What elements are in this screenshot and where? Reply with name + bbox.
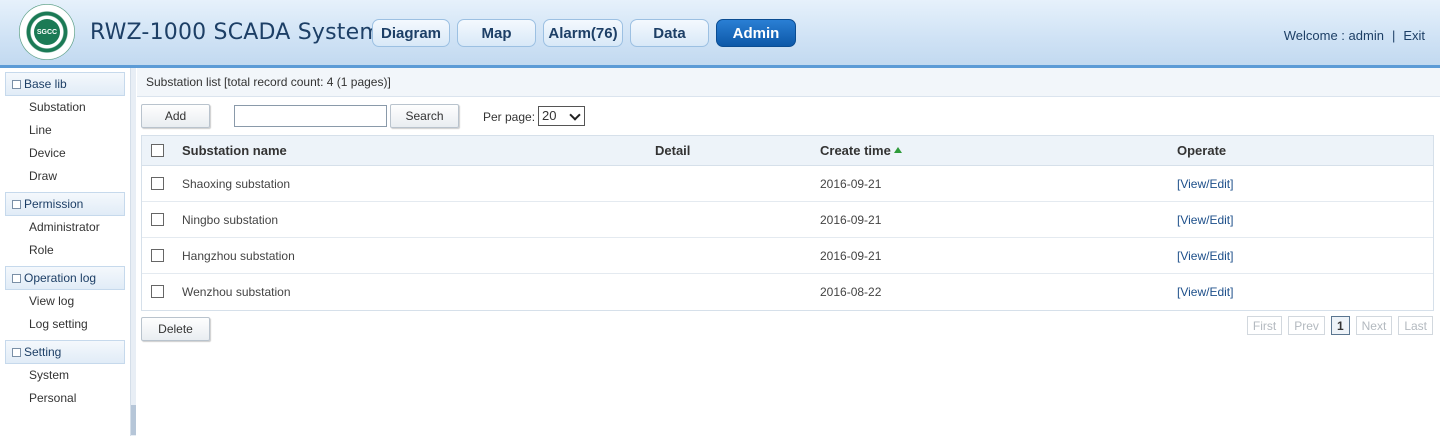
view-edit-link[interactable]: [View/Edit] <box>1177 202 1233 237</box>
sidebar-item-personal[interactable]: Personal <box>0 387 130 410</box>
view-edit-link[interactable]: [View/Edit] <box>1177 166 1233 201</box>
cell-name: Hangzhou substation <box>182 248 295 263</box>
logo: SGCC <box>19 4 75 60</box>
view-edit-link[interactable]: [View/Edit] <box>1177 238 1233 273</box>
sidebar-group-label: Permission <box>24 197 84 211</box>
splitter-handle[interactable] <box>131 405 136 435</box>
sidebar-item-system[interactable]: System <box>0 364 130 387</box>
cell-time: 2016-08-22 <box>820 285 882 299</box>
cell-name: Wenzhou substation <box>182 285 291 299</box>
pagination: First Prev 1 Next Last <box>1246 316 1433 335</box>
main-content: Substation list [total record count: 4 (… <box>137 68 1440 436</box>
sidebar-item-administrator[interactable]: Administrator <box>0 216 130 239</box>
chevron-down-icon <box>569 109 581 121</box>
sidebar: Base lib Substation Line Device Draw Per… <box>0 68 130 436</box>
row-checkbox[interactable] <box>151 212 164 226</box>
table-row: Wenzhou substation 2016-08-22 [View/Edit… <box>142 274 1433 310</box>
per-page-select[interactable]: 20 <box>538 106 585 126</box>
table-header: Substation name Detail Create time Opera… <box>142 136 1433 166</box>
sidebar-group-base-lib[interactable]: Base lib <box>5 72 125 96</box>
cell-name: Shaoxing substation <box>182 176 291 191</box>
table-row: Shaoxing substation 2016-09-21 [View/Edi… <box>142 166 1433 202</box>
nav-admin-button[interactable]: Admin <box>716 19 796 47</box>
row-checkbox[interactable] <box>151 285 164 298</box>
exit-link[interactable]: Exit <box>1403 28 1425 43</box>
cell-time: 2016-09-21 <box>820 212 882 227</box>
sidebar-item-device[interactable]: Device <box>0 142 130 165</box>
sort-up-icon[interactable] <box>893 146 902 153</box>
welcome-text: Welcome : admin <box>1283 28 1384 43</box>
user-area: Welcome : admin | Exit <box>1284 28 1425 43</box>
cell-name: Ningbo substation <box>182 212 279 227</box>
col-header-time-label: Create time <box>820 143 891 158</box>
delete-button[interactable]: Delete <box>141 317 210 341</box>
sidebar-item-draw[interactable]: Draw <box>0 165 130 188</box>
view-edit-link[interactable]: [View/Edit] <box>1177 274 1233 310</box>
app-header: SGCC RWZ-1000 SCADA System Diagram Map A… <box>0 0 1440 68</box>
nav-map-button[interactable]: Map <box>457 19 536 47</box>
table-row: Hangzhou substation 2016-09-21 [View/Edi… <box>142 238 1433 274</box>
sidebar-item-view-log[interactable]: View log <box>0 290 130 313</box>
sidebar-group-setting[interactable]: Setting <box>5 340 125 364</box>
col-header-name[interactable]: Substation name <box>182 136 287 165</box>
pager-prev[interactable]: Prev <box>1288 316 1325 335</box>
pager-next[interactable]: Next <box>1355 316 1393 335</box>
nav-alarm-button[interactable]: Alarm(76) <box>543 19 623 47</box>
search-input[interactable] <box>234 105 387 127</box>
sidebar-splitter[interactable] <box>130 68 136 436</box>
sidebar-item-line[interactable]: Line <box>0 119 130 142</box>
pager-first[interactable]: First <box>1246 316 1283 335</box>
separator: | <box>1391 28 1396 43</box>
logo-text: SGCC <box>34 19 60 45</box>
sidebar-group-label: Setting <box>24 345 62 359</box>
sidebar-item-log-setting[interactable]: Log setting <box>0 313 130 336</box>
sidebar-group-label: Operation log <box>24 271 97 285</box>
search-button[interactable]: Search <box>390 104 459 128</box>
row-checkbox[interactable] <box>151 248 164 262</box>
main-nav: Diagram Map Alarm(76) Data Admin <box>372 19 796 47</box>
per-page-label: Per page: <box>483 110 536 124</box>
cell-time: 2016-09-21 <box>820 176 882 191</box>
add-button[interactable]: Add <box>141 104 210 128</box>
collapse-box-icon <box>12 347 21 357</box>
nav-data-button[interactable]: Data <box>630 19 709 47</box>
sidebar-group-label: Base lib <box>24 77 67 91</box>
nav-diagram-button[interactable]: Diagram <box>372 19 450 47</box>
sidebar-item-substation[interactable]: Substation <box>0 96 130 119</box>
select-all-checkbox[interactable] <box>151 143 164 157</box>
sidebar-group-operation-log[interactable]: Operation log <box>5 266 125 290</box>
collapse-box-icon <box>12 199 21 209</box>
cell-time: 2016-09-21 <box>820 248 882 263</box>
list-title: Substation list [total record count: 4 (… <box>137 68 1440 97</box>
sidebar-group-permission[interactable]: Permission <box>5 192 125 216</box>
row-checkbox[interactable] <box>151 176 164 190</box>
substation-table: Substation name Detail Create time Opera… <box>141 135 1434 311</box>
pager-current[interactable]: 1 <box>1330 316 1350 335</box>
sidebar-item-role[interactable]: Role <box>0 239 130 262</box>
col-header-time[interactable]: Create time <box>820 136 902 165</box>
per-page-value: 20 <box>542 108 557 123</box>
pager-last[interactable]: Last <box>1398 316 1433 335</box>
collapse-box-icon <box>12 79 21 89</box>
col-header-operate: Operate <box>1177 143 1227 158</box>
col-header-detail[interactable]: Detail <box>655 136 690 165</box>
collapse-box-icon <box>12 273 21 283</box>
app-title: RWZ-1000 SCADA System <box>90 20 381 45</box>
table-row: Ningbo substation 2016-09-21 [View/Edit] <box>142 202 1433 238</box>
